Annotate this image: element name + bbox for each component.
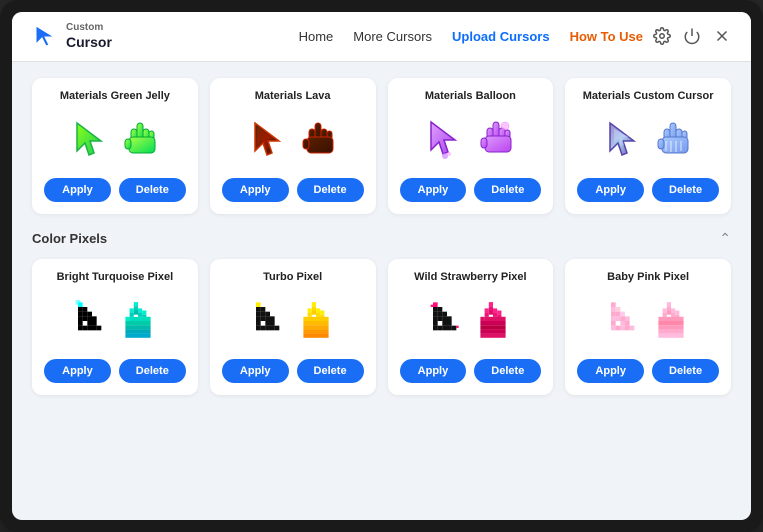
nav-upload-cursors[interactable]: Upload Cursors [452, 29, 550, 44]
settings-icon[interactable] [653, 27, 671, 45]
card-lava-title: Materials Lava [255, 90, 331, 102]
baby-pink-arrow [606, 300, 644, 342]
color-pixels-title: Color Pixels [32, 231, 107, 246]
card-balloon-buttons: Apply Delete [400, 178, 542, 202]
card-green-jelly-cursors [71, 110, 159, 170]
card-custom-cursor: Materials Custom Cursor [565, 78, 731, 214]
card-bright-turquoise-title: Bright Turquoise Pixel [57, 271, 174, 283]
apply-wild-strawberry[interactable]: Apply [400, 359, 467, 383]
card-bright-turquoise: Bright Turquoise Pixel [32, 259, 198, 395]
card-custom-cursor-title: Materials Custom Cursor [583, 90, 714, 102]
balloon-hand [477, 118, 515, 162]
card-baby-pink: Baby Pink Pixel [565, 259, 731, 395]
nav-more-cursors[interactable]: More Cursors [353, 29, 432, 44]
apply-bright-turquoise[interactable]: Apply [44, 359, 111, 383]
card-custom-cursor-cursors [604, 110, 692, 170]
delete-lava[interactable]: Delete [297, 178, 364, 202]
device-frame: Custom Cursor Home More Cursors Upload C… [0, 0, 763, 532]
color-pixels-grid: Bright Turquoise Pixel [32, 259, 731, 395]
card-bright-turquoise-cursors [73, 291, 157, 351]
apply-green-jelly[interactable]: Apply [44, 178, 111, 202]
card-turbo-title: Turbo Pixel [263, 271, 322, 283]
turbo-arrow [251, 300, 289, 342]
card-baby-pink-title: Baby Pink Pixel [607, 271, 689, 283]
header: Custom Cursor Home More Cursors Upload C… [12, 12, 751, 62]
balloon-arrow [425, 118, 469, 162]
card-lava: Materials Lava [210, 78, 376, 214]
strawberry-arrow [428, 300, 466, 342]
nav-how-to-use[interactable]: How To Use [570, 29, 643, 44]
custom-cursor-hand [654, 119, 692, 161]
baby-pink-hand [652, 300, 690, 342]
close-icon[interactable] [713, 27, 731, 45]
green-jelly-hand [121, 119, 159, 161]
materials-grid: Materials Green Jelly [32, 78, 731, 214]
delete-turbo[interactable]: Delete [297, 359, 364, 383]
card-turbo-cursors [251, 291, 335, 351]
card-green-jelly-buttons: Apply Delete [44, 178, 186, 202]
collapse-color-pixels[interactable]: ⌃ [719, 230, 731, 247]
apply-balloon[interactable]: Apply [400, 178, 467, 202]
power-icon[interactable] [683, 27, 701, 45]
card-bright-turquoise-buttons: Apply Delete [44, 359, 186, 383]
custom-cursor-arrow [604, 119, 646, 161]
delete-wild-strawberry[interactable]: Delete [474, 359, 541, 383]
card-wild-strawberry-buttons: Apply Delete [400, 359, 542, 383]
card-lava-cursors [249, 110, 337, 170]
nav-icons [653, 27, 731, 45]
turbo-hand [297, 300, 335, 342]
card-lava-buttons: Apply Delete [222, 178, 364, 202]
delete-bright-turquoise[interactable]: Delete [119, 359, 186, 383]
turquoise-arrow [73, 300, 111, 342]
card-baby-pink-cursors [606, 291, 690, 351]
card-wild-strawberry-cursors [428, 291, 512, 351]
lava-hand [299, 119, 337, 161]
card-balloon-cursors [425, 110, 515, 170]
app-window: Custom Cursor Home More Cursors Upload C… [12, 12, 751, 520]
delete-baby-pink[interactable]: Delete [652, 359, 719, 383]
logo: Custom Cursor [32, 22, 112, 51]
logo-text: Custom Cursor [66, 22, 112, 51]
card-wild-strawberry: Wild Strawberry Pixel [388, 259, 554, 395]
apply-lava[interactable]: Apply [222, 178, 289, 202]
nav: Home More Cursors Upload Cursors How To … [299, 29, 643, 44]
delete-balloon[interactable]: Delete [474, 178, 541, 202]
delete-custom-cursor[interactable]: Delete [652, 178, 719, 202]
card-turbo-buttons: Apply Delete [222, 359, 364, 383]
nav-home[interactable]: Home [299, 29, 334, 44]
color-pixels-section-header: Color Pixels ⌃ [32, 230, 731, 247]
logo-icon [32, 22, 60, 50]
card-turbo: Turbo Pixel [210, 259, 376, 395]
green-jelly-arrow [71, 119, 113, 161]
card-green-jelly-title: Materials Green Jelly [60, 90, 170, 102]
turquoise-hand [119, 300, 157, 342]
content: Materials Green Jelly [12, 62, 751, 520]
apply-turbo[interactable]: Apply [222, 359, 289, 383]
lava-arrow [249, 119, 291, 161]
card-wild-strawberry-title: Wild Strawberry Pixel [414, 271, 526, 283]
apply-custom-cursor[interactable]: Apply [577, 178, 644, 202]
card-custom-cursor-buttons: Apply Delete [577, 178, 719, 202]
delete-green-jelly[interactable]: Delete [119, 178, 186, 202]
card-balloon: Materials Balloon [388, 78, 554, 214]
apply-baby-pink[interactable]: Apply [577, 359, 644, 383]
card-baby-pink-buttons: Apply Delete [577, 359, 719, 383]
card-balloon-title: Materials Balloon [425, 90, 516, 102]
strawberry-hand [474, 300, 512, 342]
card-green-jelly: Materials Green Jelly [32, 78, 198, 214]
